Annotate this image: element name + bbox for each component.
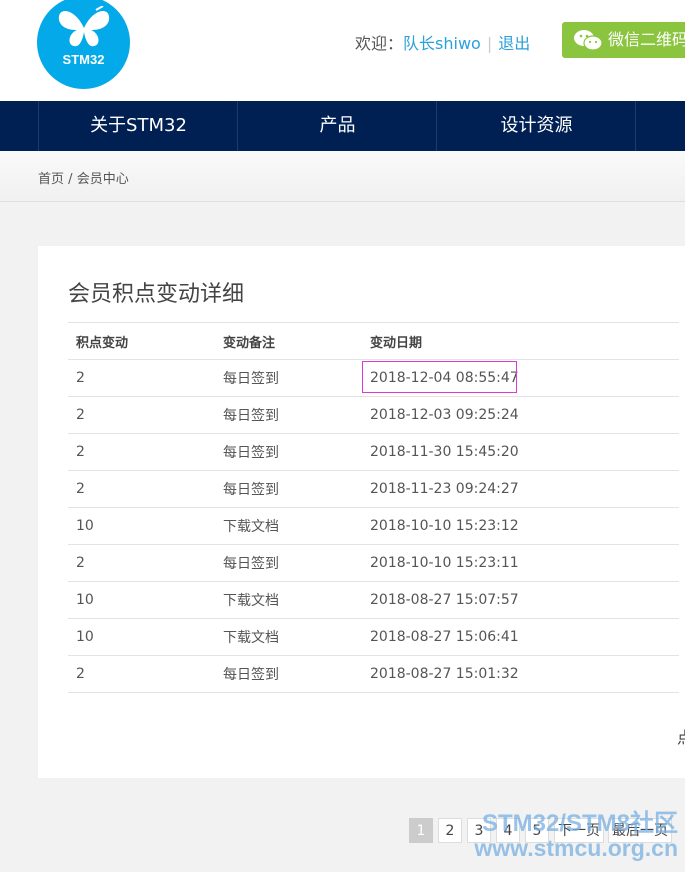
table-row: 10 下载文档 2018-10-10 15:23:12: [68, 507, 679, 545]
user-area: 欢迎：队长shiwo | 退出: [355, 30, 530, 54]
site-header: STM32 欢迎：队长shiwo | 退出 微信二维码: [0, 0, 685, 101]
page-1[interactable]: 1: [409, 818, 433, 843]
breadcrumb: 首页 / 会员中心: [0, 151, 685, 202]
welcome-label: 欢迎：: [355, 34, 404, 53]
butterfly-icon: [58, 6, 110, 47]
site-watermark: STM32/STM8社区 www.stmcu.org.cn: [452, 812, 678, 861]
cell-points: 2: [68, 433, 215, 471]
cell-note: 每日签到: [215, 359, 362, 397]
column-header-date: 变动日期: [362, 322, 679, 360]
cell-points: 2: [68, 470, 215, 508]
table-header-row: 积点变动 变动备注 变动日期: [68, 322, 679, 360]
cell-date: 2018-11-23 09:24:27: [362, 470, 679, 508]
stm32-logo[interactable]: STM32: [37, 0, 130, 89]
watermark-line2: www.stmcu.org.cn: [474, 835, 678, 861]
nav-item-products[interactable]: 产品: [237, 101, 437, 151]
cell-points: 10: [68, 581, 215, 619]
username-link[interactable]: 队长shiwo: [403, 34, 481, 53]
wechat-label: 微信二维码: [608, 30, 685, 49]
cell-note: 每日签到: [215, 396, 362, 434]
logo-text: STM32: [62, 52, 105, 67]
page-title: 会员积点变动详细: [68, 282, 245, 307]
table-row: 2 每日签到 2018-12-03 09:25:24: [68, 396, 679, 434]
wechat-icon: [574, 30, 602, 51]
cell-date: 2018-08-27 15:07:57: [362, 581, 679, 619]
cell-date: 2018-10-10 15:23:11: [362, 544, 679, 582]
breadcrumb-current: 会员中心: [76, 172, 129, 187]
table-row: 2 每日签到 2018-11-23 09:24:27: [68, 470, 679, 508]
cell-points: 2: [68, 544, 215, 582]
table-row: 2 每日签到 2018-08-27 15:01:32: [68, 655, 679, 693]
nav-item-design-resources[interactable]: 设计资源: [436, 101, 636, 151]
cell-date: 2018-10-10 15:23:12: [362, 507, 679, 545]
cell-note: 下载文档: [215, 581, 362, 619]
table-row: 10 下载文档 2018-08-27 15:07:57: [68, 581, 679, 619]
user-separator: |: [486, 34, 493, 53]
highlight-box: [362, 361, 517, 393]
cell-note: 每日签到: [215, 544, 362, 582]
nav-item-about[interactable]: 关于STM32: [38, 101, 238, 151]
points-panel: 会员积点变动详细 积点变动 变动备注 变动日期 2 每日签到 2018-12-04 …: [38, 246, 685, 778]
cell-note: 下载文档: [215, 507, 362, 545]
cell-date: 2018-11-30 15:45:20: [362, 433, 679, 471]
wechat-qr-button[interactable]: 微信二维码: [562, 22, 685, 58]
cell-date: 2018-08-27 15:06:41: [362, 618, 679, 656]
cell-date: 2018-08-27 15:01:32: [362, 655, 679, 693]
cell-points: 10: [68, 618, 215, 656]
cell-date: 2018-12-03 09:25:24: [362, 396, 679, 434]
table-row: 2 每日签到 2018-11-30 15:45:20: [68, 433, 679, 471]
table-row: 2 每日签到 2018-10-10 15:23:11: [68, 544, 679, 582]
cell-note: 每日签到: [215, 433, 362, 471]
breadcrumb-home[interactable]: 首页: [38, 172, 64, 187]
cell-note: 每日签到: [215, 655, 362, 693]
cell-points: 2: [68, 655, 215, 693]
cut-off-text: 点: [677, 724, 685, 748]
column-header-note: 变动备注: [215, 322, 362, 360]
nav-item-more[interactable]: [635, 101, 685, 151]
column-header-points: 积点变动: [68, 322, 215, 360]
cell-note: 下载文档: [215, 618, 362, 656]
table-row: 10 下载文档 2018-08-27 15:06:41: [68, 618, 679, 656]
cell-points: 2: [68, 359, 215, 397]
main-nav: 关于STM32 产品 设计资源: [0, 101, 685, 151]
cell-points: 10: [68, 507, 215, 545]
cell-note: 每日签到: [215, 470, 362, 508]
cell-points: 2: [68, 396, 215, 434]
watermark-line1: STM32/STM8社区: [481, 810, 678, 837]
logout-link[interactable]: 退出: [498, 34, 530, 53]
breadcrumb-separator: /: [68, 172, 73, 187]
